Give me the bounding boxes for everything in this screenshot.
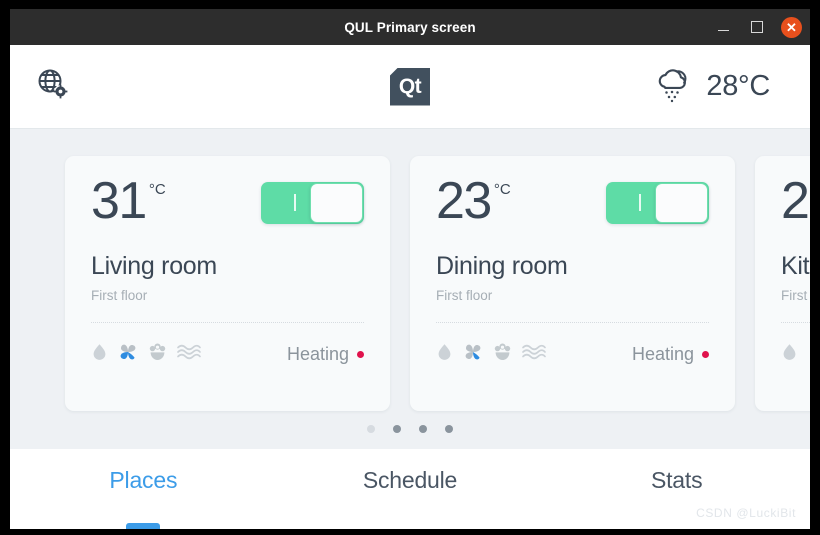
toggle-on-mark <box>639 194 641 211</box>
card-divider <box>436 322 709 324</box>
window-title: QUL Primary screen <box>344 20 475 35</box>
close-icon: ✕ <box>786 21 797 34</box>
language-settings-button[interactable] <box>32 67 72 107</box>
card-footer: Heating <box>781 341 810 368</box>
fan-icon[interactable] <box>462 341 484 368</box>
temperature-value: 25 <box>781 178 810 226</box>
carousel-page-indicator <box>10 425 810 433</box>
card-footer: Heating <box>91 341 364 368</box>
status-badge: Heating <box>632 344 709 365</box>
card-temperature: 25 °C <box>781 178 810 226</box>
room-name: Kitchen <box>781 252 810 281</box>
tab-label: Places <box>109 467 177 494</box>
application-window: QUL Primary screen ✕ <box>10 9 810 529</box>
humidity-droplet-icon[interactable] <box>781 342 798 367</box>
room-floor: First floor <box>781 288 810 303</box>
room-power-toggle[interactable] <box>606 182 709 224</box>
room-card[interactable]: 23 °C Dining room First floor <box>410 156 735 411</box>
maximize-button[interactable] <box>747 17 767 37</box>
qt-logo: Qt <box>390 68 430 106</box>
tab-stats[interactable]: Stats <box>543 449 810 529</box>
minimize-icon <box>718 30 729 32</box>
page-dot[interactable] <box>445 425 453 433</box>
toggle-on-mark <box>294 194 296 211</box>
qt-logo-text: Qt <box>399 75 421 99</box>
bottom-navigation: Places Schedule Stats CSDN @LuckiBit <box>10 449 810 529</box>
weather-temperature: 28°C <box>706 70 770 103</box>
room-floor: First floor <box>436 288 709 303</box>
window-controls: ✕ <box>713 9 802 45</box>
status-icons <box>436 341 547 368</box>
page-dot[interactable] <box>367 425 375 433</box>
temperature-unit: °C <box>494 181 511 198</box>
temperature-value: 31 <box>91 178 146 226</box>
card-footer: Heating <box>436 341 709 368</box>
status-label: Heating <box>632 344 694 365</box>
room-power-toggle[interactable] <box>261 182 364 224</box>
page-dot[interactable] <box>419 425 427 433</box>
rooms-carousel[interactable]: 31 °C Living room First floor <box>10 129 810 449</box>
card-header: 31 °C <box>91 178 364 226</box>
air-quality-flower-icon[interactable] <box>148 341 167 367</box>
card-temperature: 23 °C <box>436 178 511 226</box>
status-dot <box>357 351 364 358</box>
tab-label: Stats <box>651 467 702 494</box>
toggle-knob[interactable] <box>655 183 708 223</box>
minimize-button[interactable] <box>713 17 733 37</box>
maximize-icon <box>751 21 763 33</box>
card-divider <box>91 322 364 324</box>
cloud-sun-rain-icon <box>652 64 694 109</box>
card-divider <box>781 322 810 324</box>
humidity-droplet-icon[interactable] <box>91 342 108 367</box>
card-header: 23 °C <box>436 178 709 226</box>
humidity-droplet-icon[interactable] <box>436 342 453 367</box>
room-floor: First floor <box>91 288 364 303</box>
temperature-value: 23 <box>436 178 491 226</box>
status-label: Heating <box>287 344 349 365</box>
fan-icon[interactable] <box>807 341 810 368</box>
tab-places[interactable]: Places <box>10 449 277 529</box>
tab-label: Schedule <box>363 467 457 494</box>
cards-row: 31 °C Living room First floor <box>65 156 810 411</box>
tab-schedule[interactable]: Schedule <box>277 449 544 529</box>
close-button[interactable]: ✕ <box>781 17 802 38</box>
heating-waves-icon[interactable] <box>176 342 202 367</box>
status-badge: Heating <box>287 344 364 365</box>
status-dot <box>702 351 709 358</box>
room-card[interactable]: 31 °C Living room First floor <box>65 156 390 411</box>
globe-gear-icon <box>35 67 69 106</box>
card-temperature: 31 °C <box>91 178 166 226</box>
heating-waves-icon[interactable] <box>521 342 547 367</box>
room-name: Dining room <box>436 252 709 281</box>
page-dot[interactable] <box>393 425 401 433</box>
active-tab-underline <box>126 523 160 529</box>
temperature-unit: °C <box>149 181 166 198</box>
app-header: Qt <box>10 45 810 129</box>
fan-icon[interactable] <box>117 341 139 368</box>
weather-widget: 28°C <box>652 64 770 109</box>
toggle-knob[interactable] <box>310 183 363 223</box>
status-icons <box>781 341 810 368</box>
room-card[interactable]: 25 °C Kitchen First floor <box>755 156 810 411</box>
window-titlebar: QUL Primary screen ✕ <box>10 9 810 45</box>
room-name: Living room <box>91 252 364 281</box>
air-quality-flower-icon[interactable] <box>493 341 512 367</box>
status-icons <box>91 341 202 368</box>
card-header: 25 °C <box>781 178 810 226</box>
